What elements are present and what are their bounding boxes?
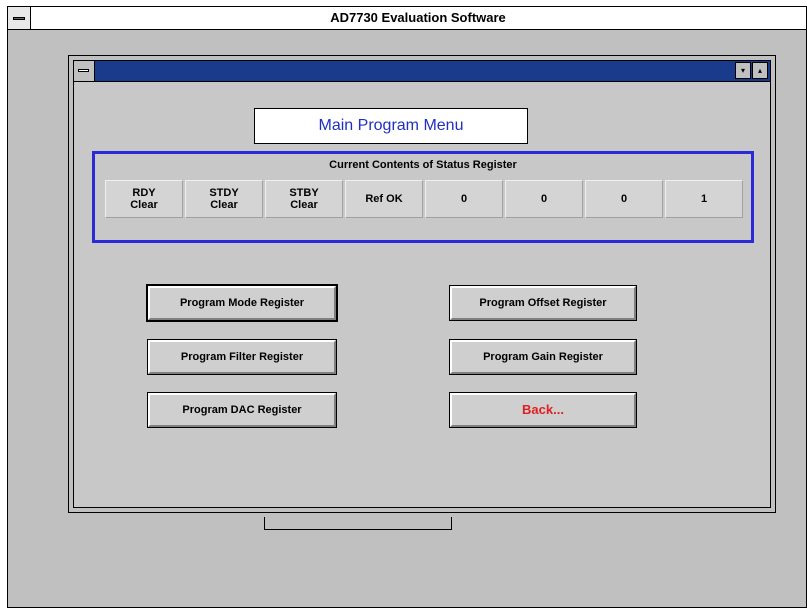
program-dac-register-button[interactable]: Program DAC Register bbox=[147, 392, 337, 428]
status-cell-stdy: STDY Clear bbox=[185, 180, 263, 218]
app-title: AD7730 Evaluation Software bbox=[330, 10, 506, 25]
back-button[interactable]: Back... bbox=[449, 392, 637, 428]
status-cell-value: Clear bbox=[210, 199, 238, 211]
status-cell-bit2: 0 bbox=[505, 180, 583, 218]
app-window: AD7730 Evaluation Software ▾ ▴ Main Prog… bbox=[7, 6, 807, 608]
child-system-menu-icon[interactable] bbox=[74, 61, 95, 81]
maximize-icon[interactable]: ▴ bbox=[752, 62, 768, 79]
status-cell-label: RDY bbox=[132, 187, 156, 199]
child-titlebar: ▾ ▴ bbox=[74, 61, 770, 82]
status-cell-label: 1 bbox=[700, 193, 708, 205]
status-cell-label: STBY bbox=[289, 187, 319, 199]
status-register-heading: Current Contents of Status Register bbox=[329, 159, 517, 171]
status-cell-label: Ref OK bbox=[365, 193, 403, 205]
program-gain-register-button[interactable]: Program Gain Register bbox=[449, 339, 637, 375]
app-titlebar: AD7730 Evaluation Software bbox=[8, 7, 806, 30]
main-menu-window: ▾ ▴ Main Program Menu Current Contents o… bbox=[68, 55, 776, 513]
page-title: Main Program Menu bbox=[254, 108, 528, 144]
program-filter-register-button[interactable]: Program Filter Register bbox=[147, 339, 337, 375]
main-menu-frame: ▾ ▴ Main Program Menu Current Contents o… bbox=[73, 60, 771, 508]
status-cell-stby: STBY Clear bbox=[265, 180, 343, 218]
status-cell-bit3: 0 bbox=[425, 180, 503, 218]
status-cell-value: Clear bbox=[130, 199, 158, 211]
status-register-panel: Current Contents of Status Register RDY … bbox=[92, 151, 754, 243]
program-offset-register-button[interactable]: Program Offset Register bbox=[449, 285, 637, 321]
status-cell-rdy: RDY Clear bbox=[105, 180, 183, 218]
program-mode-register-button[interactable]: Program Mode Register bbox=[146, 284, 338, 322]
status-cell-value: Clear bbox=[290, 199, 318, 211]
status-cell-refok: Ref OK bbox=[345, 180, 423, 218]
system-menu-icon[interactable] bbox=[8, 7, 31, 29]
status-cell-bit0: 1 bbox=[665, 180, 743, 218]
status-cell-label: STDY bbox=[209, 187, 239, 199]
status-cell-label: 0 bbox=[620, 193, 628, 205]
status-cell-label: 0 bbox=[540, 193, 548, 205]
status-register-cells: RDY Clear STDY Clear STBY Clear Ref OK 0… bbox=[105, 180, 745, 218]
status-cell-bit1: 0 bbox=[585, 180, 663, 218]
status-cell-label: 0 bbox=[460, 193, 468, 205]
minimize-icon[interactable]: ▾ bbox=[735, 62, 751, 79]
window-tab bbox=[264, 517, 452, 530]
